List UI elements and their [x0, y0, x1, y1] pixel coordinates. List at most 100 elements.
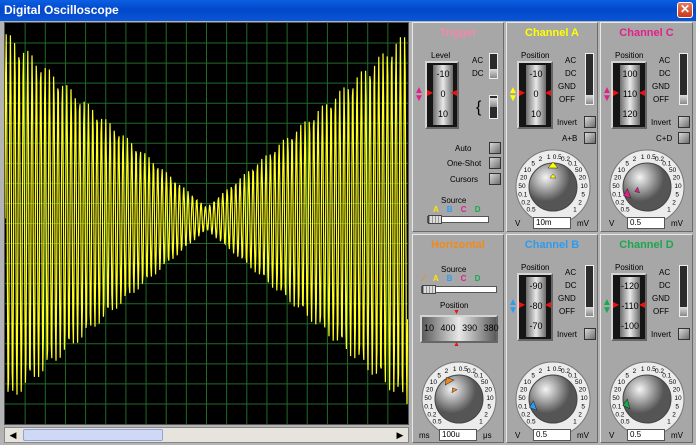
channel-c-knob-cap [622, 162, 672, 212]
horizontal-dial-tick-label: 0.5 [433, 418, 442, 425]
channel-c-coupling-switch[interactable] [679, 53, 688, 105]
channel-a-right-marker-icon: ◀ [544, 88, 551, 97]
trigger-source-slider[interactable] [427, 215, 489, 224]
horizontal-source-b: B [446, 274, 453, 283]
channel-d-volts-div-knob[interactable]: 0.50.20.150201052 1 0.5 0.20.1502010521 [603, 353, 691, 433]
one-shot-button[interactable] [489, 157, 501, 169]
auto-button[interactable] [489, 142, 501, 154]
channel-b-volts-div-value-box[interactable]: 0.5 [533, 429, 571, 441]
channel-c-dial-tick-label: 5 [625, 161, 629, 168]
channel-d-dial-tick-label: 10 [674, 395, 682, 402]
channel-b-dial-tick-label: 2 [578, 412, 582, 419]
waveform-plot [5, 23, 408, 424]
horizontal-dial-tick-label: 10 [486, 395, 494, 402]
trigger-level-slot[interactable]: -10 0 10 ▶ ◀ [425, 61, 459, 129]
level-label: Level [431, 51, 451, 60]
channel-c-updown-arrow-icon[interactable]: ▲ ▼ [602, 86, 612, 104]
channel-c-dial-tick-label: 20 [673, 175, 681, 182]
channel-a-position-slot[interactable]: -10 0 10 ▶ ◀ [517, 61, 553, 129]
channel-c-scale-bottom: 120 [622, 109, 638, 119]
channel-c-volts-div-value-box[interactable]: 0.5 [627, 217, 665, 229]
trigger-coupling-switch[interactable] [489, 53, 498, 79]
horizontal-scrollbar[interactable]: ◀ ▶ [4, 427, 409, 443]
channel-d-panel: Channel D Position -120 -110 -100 ▶ ◀ ▲ ▼… [600, 234, 693, 443]
channel-d-volts-div-value-box[interactable]: 0.5 [627, 429, 665, 441]
channel-d-dial-tick-label: 1 [667, 418, 671, 425]
channel-a-coupling-gnd: GND [558, 82, 576, 91]
window-title: Digital Oscilloscope [4, 3, 119, 17]
horizontal-dial-tick-label: 20 [426, 387, 434, 394]
channel-c-unit-mv: mV [671, 219, 683, 228]
trigger-updown-arrow-icon[interactable]: ▲ ▼ [414, 86, 424, 104]
horizontal-dial-tick-label: 50 [424, 395, 432, 402]
mode-cursors-label: Cursors [450, 175, 479, 184]
channel-a-dial-tick-label: 20 [579, 175, 587, 182]
channel-b-dial-tick-label: 2 [539, 368, 543, 375]
channel-b-coupling-off: OFF [559, 307, 575, 316]
channel-d-position-slot[interactable]: -120 -110 -100 ▶ ◀ [611, 273, 647, 341]
channel-a-updown-arrow-icon[interactable]: ▲ ▼ [508, 86, 518, 104]
channel-d-updown-arrow-icon[interactable]: ▲ ▼ [602, 298, 612, 316]
channel-a-dial-tick-label: 20 [520, 175, 528, 182]
channel-a-dial-tick-label: 0.5 [527, 206, 536, 213]
channel-b-coupling-gnd: GND [558, 294, 576, 303]
timebase-knob[interactable]: 0.50.20.150201052 1 0.5 0.20.1502010521 [415, 353, 503, 433]
window-body: ◀ ▶ Trigger Level -10 0 10 ▶ ◀ ▲ ▼ AC DC … [0, 21, 696, 445]
channel-c-position-slot[interactable]: 100 110 120 ▶ ◀ [611, 61, 647, 129]
horizontal-source-d: D [474, 274, 481, 283]
channel-a-volts-div-value-box[interactable]: 10m [533, 217, 571, 229]
horizontal-panel: Horizontal Source ⟋ A B C D Position ▼ 1… [412, 234, 504, 443]
hpos-scale-1: 400 [440, 323, 456, 333]
channel-b-position-slot[interactable]: -90 -80 -70 ▶ ◀ [517, 273, 553, 341]
channel-c-scale-mid: 110 [622, 89, 638, 99]
channel-b-dial-tick-label: 50 [518, 395, 526, 402]
channel-c-coupling-dc: DC [659, 69, 671, 78]
channel-c-panel: Channel C Position 100 110 120 ▶ ◀ ▲ ▼ AC… [600, 22, 693, 232]
channel-b-coupling-switch[interactable] [585, 265, 594, 317]
channel-a-volts-div-knob[interactable]: 0.50.20.150201052 1 0.5 0.20.1502010521 [509, 141, 597, 221]
channel-b-volts-div-knob[interactable]: 0.50.20.150201052 1 0.5 0.20.1502010521 [509, 353, 597, 433]
trigger-coupling-dc: DC [472, 69, 484, 78]
trigger-source-letters: A B C D [433, 205, 481, 214]
horizontal-dial-tick-label: 10 [430, 379, 438, 386]
channel-b-panel: Channel B Position -90 -80 -70 ▶ ◀ ▲ ▼ AC… [506, 234, 598, 443]
channel-d-dial-tick-label: 50 [669, 379, 677, 386]
channel-a-dial-tick-label: 50 [575, 167, 583, 174]
close-button[interactable]: ✕ [677, 2, 693, 18]
horizontal-dial-tick-label: 50 [481, 379, 489, 386]
channel-b-dial-tick-label: 5 [581, 404, 585, 411]
channel-d-unit-mv: mV [671, 431, 683, 440]
channel-d-coupling-ac: AC [659, 268, 671, 277]
channel-d-scale-bottom: -100 [620, 321, 639, 331]
trigger-edge-switch[interactable] [489, 95, 498, 119]
timebase-value-box[interactable]: 100u [439, 429, 477, 441]
position-bottom-marker-icon: ▲ [453, 341, 460, 348]
channel-a-scale-bottom: 10 [530, 109, 541, 119]
channel-d-title: Channel D [619, 239, 674, 251]
channel-c-volts-div-knob[interactable]: 0.50.20.150201052 1 0.5 0.20.1502010521 [603, 141, 691, 221]
channel-c-invert-button[interactable] [678, 116, 690, 128]
horizontal-source-slider[interactable] [421, 285, 497, 294]
channel-d-knob-cap [622, 374, 672, 424]
cursors-button[interactable] [489, 173, 501, 185]
channel-d-dial-tick-label: 0.1 [612, 404, 621, 411]
scrollbar-thumb[interactable] [23, 429, 163, 441]
scroll-left-arrow-icon[interactable]: ◀ [5, 428, 21, 442]
channel-b-dial-tick-label: 1 [547, 366, 551, 373]
channel-b-updown-arrow-icon[interactable]: ▲ ▼ [508, 298, 518, 316]
channel-d-invert-label: Invert [651, 330, 672, 339]
channel-d-invert-button[interactable] [678, 328, 690, 340]
channel-d-dial-tick-label: 0.5 [621, 418, 630, 425]
channel-b-invert-button[interactable] [584, 328, 596, 340]
channel-a-dial-tick-label: 1 [547, 154, 551, 161]
channel-a-coupling-switch[interactable] [585, 53, 594, 105]
channel-a-dial-tick-label: 1 [573, 206, 577, 213]
channel-c-dial-tick-label: 10 [674, 183, 682, 190]
scroll-right-arrow-icon[interactable]: ▶ [392, 428, 408, 442]
channel-c-title: Channel C [619, 27, 674, 39]
horizontal-position-dial[interactable]: 10 400 390 380 [420, 315, 499, 343]
channel-d-coupling-switch[interactable] [679, 265, 688, 317]
horizontal-dial-tick-label: 1 [453, 366, 457, 373]
trigger-title: Trigger [439, 27, 477, 39]
channel-a-invert-button[interactable] [584, 116, 596, 128]
